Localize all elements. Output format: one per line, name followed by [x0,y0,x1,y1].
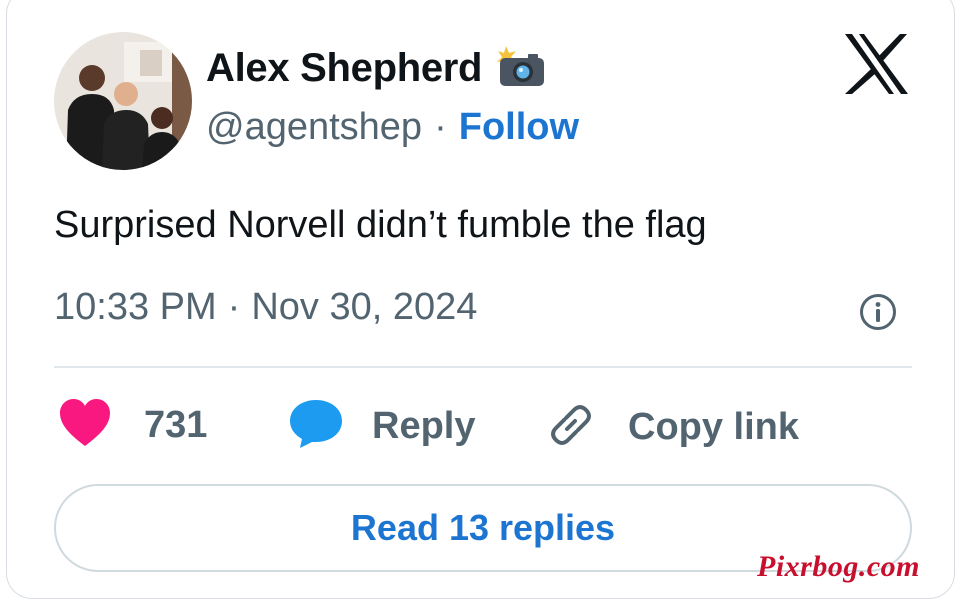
avatar[interactable] [54,32,192,170]
tweet-time: 10:33 PM [54,286,217,328]
author-handle[interactable]: @agentshep [206,106,422,149]
reply-button[interactable]: Reply [288,398,475,455]
camera-with-flash-icon [496,44,546,93]
action-bar: 731 Reply Copy link [54,398,914,458]
author-name[interactable]: Alex Shepherd [206,46,482,91]
copy-link-label: Copy link [628,406,800,448]
heart-icon [58,398,112,453]
tweet-date: Nov 30, 2024 [251,286,478,328]
handle-separator: · [434,106,447,148]
divider [54,366,912,368]
info-icon[interactable] [858,292,898,332]
tweet-timestamp[interactable]: 10:33 PM · Nov 30, 2024 [54,286,477,329]
speech-bubble-icon [288,398,344,455]
timestamp-separator: · [227,286,241,328]
follow-button[interactable]: Follow [459,106,579,149]
copy-link-button[interactable]: Copy link [544,398,799,457]
reply-label: Reply [372,405,476,447]
tweet-text: Surprised Norvell didn’t fumble the flag [54,204,707,246]
link-icon [544,398,598,457]
x-logo-icon[interactable] [842,32,910,96]
like-button[interactable]: 731 [58,398,207,453]
watermark: Pixrbog.com [757,550,920,583]
like-count: 731 [144,404,208,446]
